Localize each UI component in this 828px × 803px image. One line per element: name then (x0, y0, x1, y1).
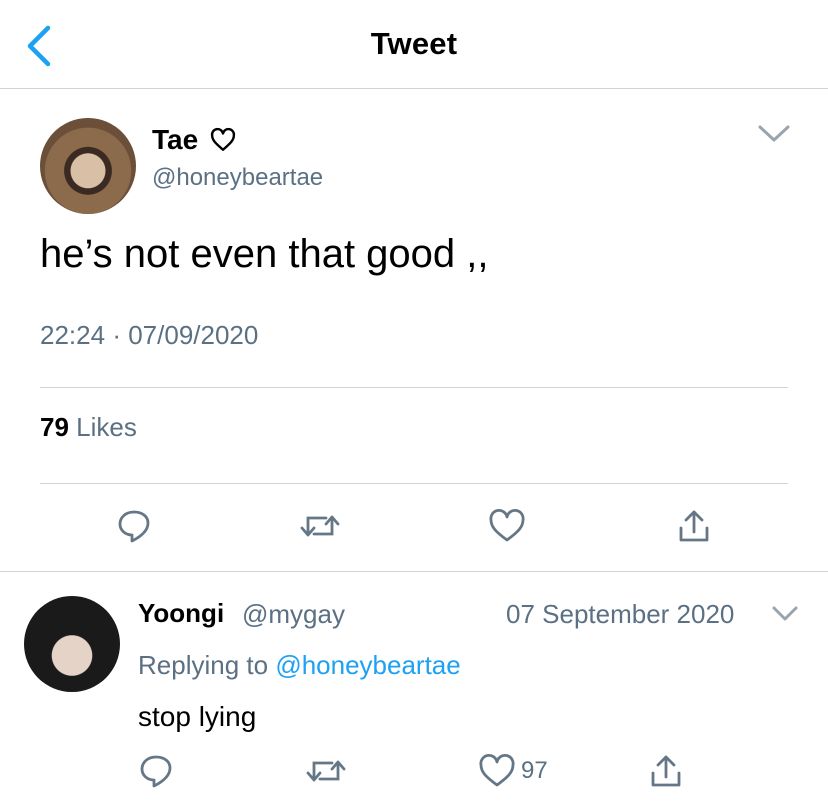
reply-icon (118, 510, 150, 543)
reply-text: stop lying (138, 701, 257, 732)
avatar[interactable] (40, 118, 136, 214)
section-divider (0, 571, 828, 572)
reply-button[interactable] (116, 508, 152, 544)
likes-number: 79 (40, 412, 69, 442)
reply-icon (140, 755, 172, 788)
share-icon (651, 755, 681, 787)
like-icon (479, 753, 515, 787)
author-name[interactable]: Tae (152, 124, 198, 156)
top-bar: Tweet (0, 0, 828, 88)
reply-author-handle[interactable]: @mygay (242, 599, 345, 630)
author-handle[interactable]: @honeybeartae (152, 164, 323, 192)
tweet-date: 07/09/2020 (128, 320, 259, 350)
header-divider (0, 88, 828, 89)
share-icon (679, 510, 709, 542)
share-button[interactable] (676, 508, 712, 544)
avatar[interactable] (24, 596, 120, 692)
heart-outline-icon (210, 127, 236, 151)
retweet-button[interactable] (306, 753, 346, 789)
replying-to-label: Replying to (138, 650, 269, 680)
divider (40, 387, 788, 388)
tweet-time: 22:24 (40, 320, 106, 350)
retweet-button[interactable] (300, 508, 340, 544)
replying-to-handle[interactable]: @honeybeartae (275, 650, 460, 680)
retweet-icon (300, 515, 340, 537)
like-count: 97 (521, 757, 548, 784)
like-button[interactable] (478, 753, 516, 789)
replying-to: Replying to @honeybeartae (138, 650, 461, 681)
reply-date: 07 September 2020 (506, 599, 735, 629)
divider (40, 483, 788, 484)
timestamp-separator: · (112, 320, 121, 350)
chevron-down-icon[interactable] (770, 604, 800, 624)
like-icon (489, 508, 525, 542)
page-title: Tweet (370, 26, 458, 61)
likes-label: Likes (76, 412, 137, 442)
likes-count[interactable]: 79 Likes (40, 412, 137, 443)
like-button[interactable] (488, 508, 526, 544)
retweet-icon (306, 760, 346, 782)
chevron-down-icon[interactable] (756, 122, 792, 146)
reply-author-name[interactable]: Yoongi (138, 598, 224, 629)
tweet-timestamp: 22:24 · 07/09/2020 (40, 320, 258, 351)
reply-button[interactable] (138, 753, 174, 789)
tweet-text: he’s not even that good ,, (40, 232, 489, 276)
share-button[interactable] (648, 753, 684, 789)
